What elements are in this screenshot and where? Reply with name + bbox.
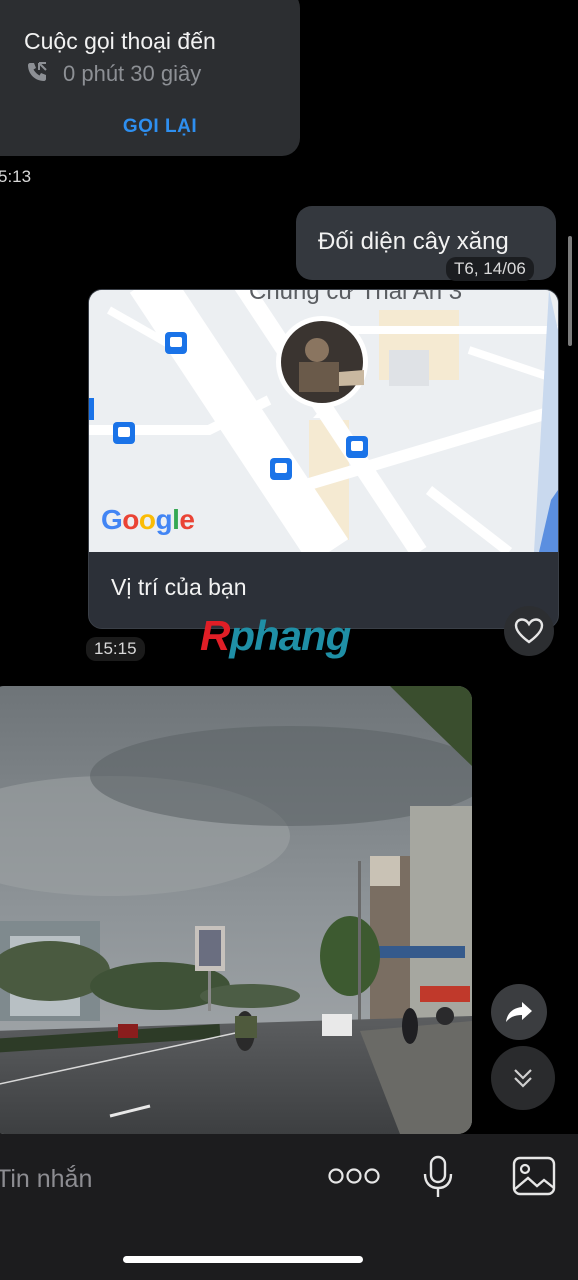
voice-record-button[interactable] [420, 1154, 456, 1200]
photo-message[interactable] [0, 686, 472, 1134]
watermark-logo: Rphang [200, 612, 351, 659]
react-heart-button[interactable] [504, 606, 554, 656]
street-photo [0, 686, 472, 1134]
share-arrow-icon [506, 1002, 532, 1022]
more-options-button[interactable] [328, 1162, 380, 1190]
google-logo: Google [101, 504, 195, 535]
gallery-button[interactable] [511, 1155, 557, 1197]
sent-message-timestamp: T6, 14/06 [446, 257, 534, 281]
map-place-label: Chung cư Thái An 3 [249, 290, 463, 305]
more-dots-icon [328, 1168, 380, 1184]
forward-button[interactable] [491, 984, 547, 1040]
callback-button[interactable]: GỌI LẠI [0, 116, 320, 138]
scrollbar[interactable] [568, 236, 572, 346]
location-timestamp: 15:15 [86, 637, 145, 661]
message-input[interactable] [0, 1160, 298, 1198]
call-duration: 0 phút 30 giây [63, 61, 202, 86]
map-preview[interactable]: Chung cư Thái An 3 Google [89, 290, 558, 552]
double-chevron-down-icon [514, 1069, 532, 1088]
incoming-call-icon [28, 62, 47, 81]
sent-message-text: Đối diện cây xăng [318, 228, 509, 255]
call-title: Cuộc gọi thoại đến [24, 28, 216, 54]
call-timestamp: 5:13 [0, 167, 32, 186]
scroll-to-bottom-button[interactable] [491, 1046, 555, 1110]
location-caption: Vị trí của bạn [111, 574, 247, 600]
image-gallery-icon [512, 1156, 556, 1196]
location-card[interactable]: Chung cư Thái An 3 Google Vị trí của bạn [88, 289, 559, 629]
microphone-icon [423, 1155, 453, 1197]
home-indicator[interactable] [123, 1256, 363, 1263]
heart-icon [514, 618, 544, 644]
